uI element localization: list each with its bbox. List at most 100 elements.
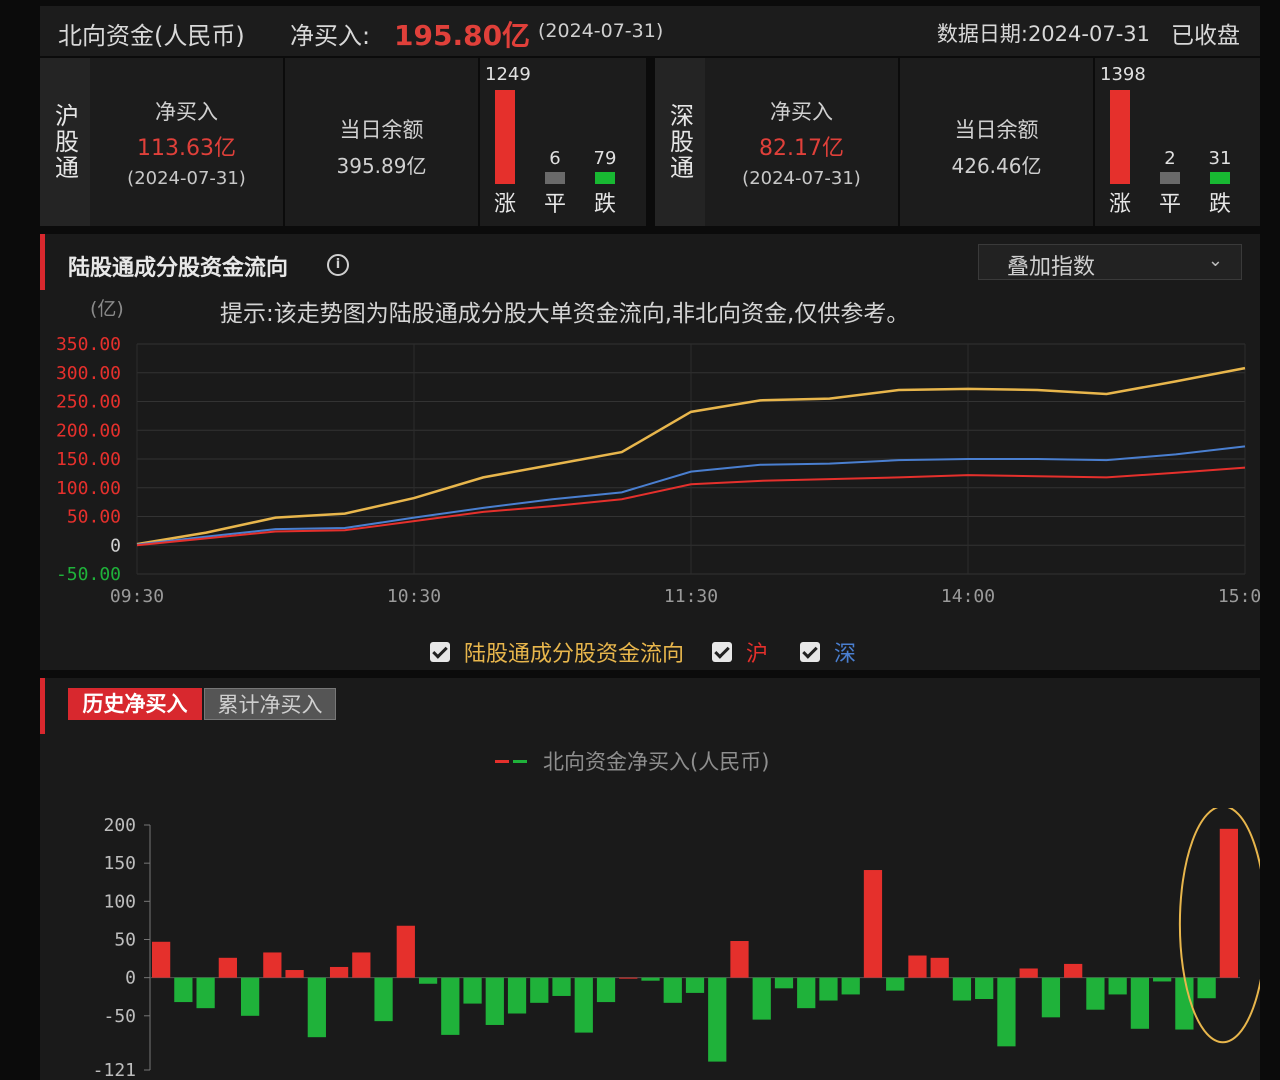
y-unit-label: (亿) bbox=[90, 298, 124, 320]
history-bar bbox=[1130, 977, 1150, 1029]
y-tick-label: 150.00 bbox=[56, 449, 121, 470]
history-bar bbox=[841, 977, 860, 995]
history-bar bbox=[619, 977, 638, 979]
sz-flat-bar bbox=[1160, 172, 1180, 184]
history-bar bbox=[1041, 977, 1061, 1018]
x-tick-label: 15:00 bbox=[1218, 586, 1260, 607]
sh-flat-label: 平 bbox=[543, 192, 566, 217]
history-section: 历史净买入 累计净买入 北向资金净买入(人民币) 200 150 100 50 0 -50… bbox=[40, 678, 1260, 1080]
legend-red-swatch bbox=[495, 759, 509, 763]
history-bar bbox=[975, 977, 994, 1000]
section-accent bbox=[40, 678, 45, 734]
info-icon[interactable]: i bbox=[327, 254, 349, 276]
x-tick-label: 09:30 bbox=[110, 586, 164, 607]
overlay-index-label: 叠加指数 bbox=[1007, 255, 1096, 280]
summary-header: 北向资金(人民币) 净买入: 195.80亿 (2024-07-31) 数据日期… bbox=[40, 6, 1260, 56]
sz-net-value: 82.17亿 bbox=[759, 136, 844, 161]
history-bar bbox=[1197, 977, 1216, 999]
y-tick-label: 150 bbox=[103, 853, 136, 874]
history-bar bbox=[396, 925, 415, 978]
legend-sh[interactable]: 沪 bbox=[712, 636, 768, 668]
history-bar bbox=[774, 977, 794, 989]
tab-history-net-buy[interactable]: 历史净买入 bbox=[68, 688, 202, 720]
sz-flat-count: 2 bbox=[1164, 148, 1176, 169]
legend-total[interactable]: 陆股通成分股资金流向 bbox=[430, 636, 684, 668]
history-bar bbox=[1219, 828, 1238, 978]
bar-legend-label: 北向资金净买入(人民币) bbox=[543, 750, 770, 774]
history-bar bbox=[1153, 977, 1172, 982]
legend-green-swatch bbox=[513, 759, 527, 763]
bar-chart-legend[interactable]: 北向资金净买入(人民币) bbox=[495, 746, 769, 776]
sh-net-value: 113.63亿 bbox=[137, 136, 236, 161]
y-tick-label: 200.00 bbox=[56, 420, 121, 441]
history-bar bbox=[596, 977, 616, 1003]
history-bar bbox=[329, 966, 349, 978]
history-bar bbox=[218, 957, 237, 978]
history-bar bbox=[574, 977, 593, 1033]
flow-chart-section: 陆股通成分股资金流向 i 叠加指数 ⌄ (亿) 提示:该走势图为陆股通成分股大单… bbox=[40, 234, 1260, 670]
history-bar bbox=[685, 977, 705, 993]
legend-sh-label: 沪 bbox=[746, 642, 769, 667]
sz-balance-label: 当日余额 bbox=[954, 118, 1039, 142]
history-bar bbox=[952, 977, 972, 1001]
tab-cumulative-net-buy[interactable]: 累计净买入 bbox=[204, 688, 336, 720]
y-tick-label: -50.00 bbox=[56, 564, 121, 585]
legend-sz[interactable]: 深 bbox=[800, 636, 856, 668]
y-tick-label: 50 bbox=[114, 929, 136, 950]
legend-sz-label: 深 bbox=[834, 642, 857, 667]
history-bar bbox=[507, 977, 527, 1014]
y-tick-label: -121 bbox=[93, 1060, 136, 1080]
history-bar bbox=[752, 977, 771, 1020]
sh-balance-cell: 当日余额 395.89亿 bbox=[285, 58, 480, 226]
sh-up-count: 1249 bbox=[485, 64, 531, 85]
history-bar bbox=[797, 977, 816, 1009]
flow-chart-title: 陆股通成分股资金流向 bbox=[68, 256, 289, 281]
sh-down-bar bbox=[595, 172, 615, 184]
sh-net-label: 净买入 bbox=[155, 100, 218, 124]
legend-total-label: 陆股通成分股资金流向 bbox=[464, 642, 685, 667]
history-bar bbox=[240, 977, 260, 1016]
legend-sz-checkbox[interactable] bbox=[800, 642, 820, 662]
sz-connect-label: 深股通 bbox=[655, 58, 705, 226]
sh-net-cell: 净买入 113.63亿 (2024-07-31) bbox=[90, 58, 285, 226]
legend-sh-checkbox[interactable] bbox=[712, 642, 732, 662]
history-bar bbox=[819, 977, 838, 1001]
history-bar bbox=[530, 977, 549, 1003]
sz-flat-label: 平 bbox=[1158, 192, 1181, 217]
history-bar bbox=[174, 977, 193, 1003]
sh-connect-panel: 沪股通 净买入 113.63亿 (2024-07-31) 当日余额 395.89… bbox=[40, 58, 646, 226]
legend-total-checkbox[interactable] bbox=[430, 642, 450, 662]
sz-down-count: 31 bbox=[1208, 148, 1232, 169]
sz-down-bar bbox=[1210, 172, 1230, 184]
sh-up-bar bbox=[495, 90, 515, 184]
sh-up-label: 涨 bbox=[493, 192, 516, 217]
sh-down-count: 79 bbox=[593, 148, 617, 169]
chevron-down-icon: ⌄ bbox=[1207, 250, 1223, 271]
history-bar bbox=[1086, 977, 1105, 1010]
y-tick-label: 350.00 bbox=[56, 334, 121, 355]
sz-balance-value: 426.46亿 bbox=[951, 154, 1042, 178]
sz-net-cell: 净买入 82.17亿 (2024-07-31) bbox=[705, 58, 900, 226]
history-bar bbox=[285, 970, 304, 978]
history-bar bbox=[730, 941, 749, 978]
history-bar bbox=[418, 977, 438, 984]
x-tick-label: 11:30 bbox=[664, 586, 718, 607]
history-bar bbox=[708, 977, 727, 1062]
x-tick-label: 14:00 bbox=[941, 586, 995, 607]
sz-up-count: 1398 bbox=[1100, 64, 1146, 85]
history-bar bbox=[441, 977, 460, 1035]
sz-up-bar bbox=[1110, 90, 1130, 184]
history-bar bbox=[152, 941, 171, 978]
sh-connect-label: 沪股通 bbox=[40, 58, 90, 226]
history-bar bbox=[196, 977, 215, 1009]
y-tick-label: 0 bbox=[125, 968, 136, 989]
history-bar bbox=[307, 977, 326, 1038]
y-tick-label: 250.00 bbox=[56, 392, 121, 413]
sh-flat-bar bbox=[545, 172, 565, 184]
sz-balance-cell: 当日余额 426.46亿 bbox=[900, 58, 1095, 226]
history-bar bbox=[886, 977, 905, 991]
y-tick-label: 300.00 bbox=[56, 363, 121, 384]
history-bar bbox=[352, 952, 371, 978]
overlay-index-select[interactable]: 叠加指数 ⌄ bbox=[978, 244, 1242, 280]
history-bar bbox=[641, 977, 660, 981]
